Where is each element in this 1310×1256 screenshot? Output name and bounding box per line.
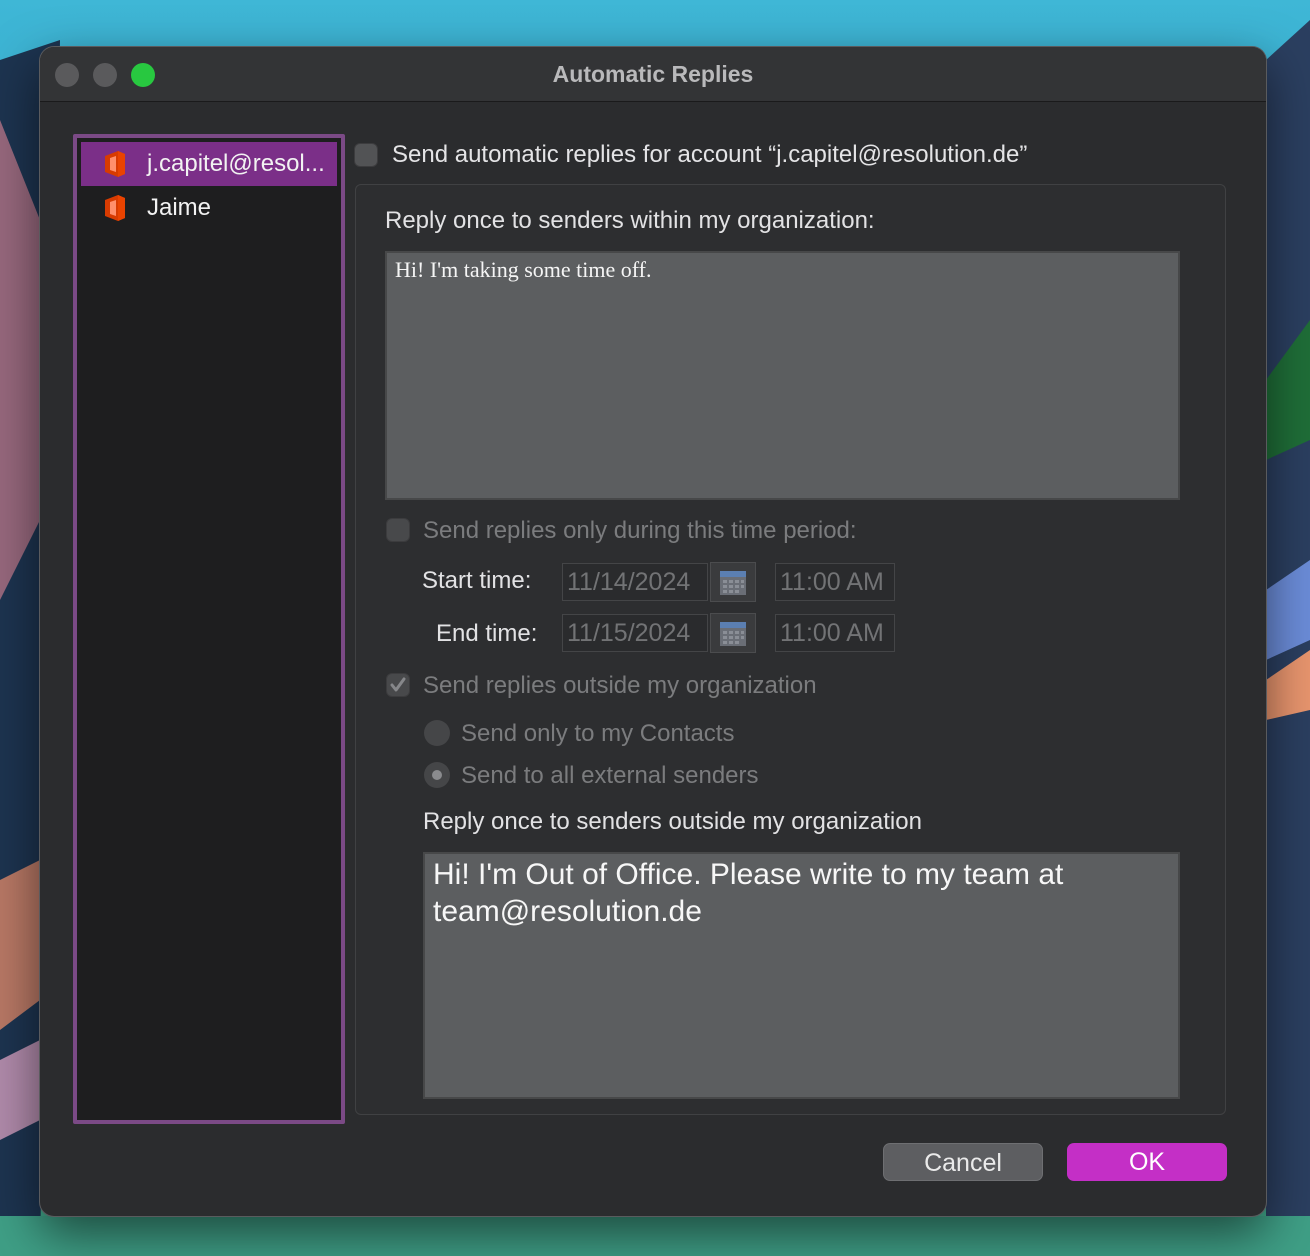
end-time-label: End time: bbox=[436, 620, 538, 647]
contacts-only-label: Send only to my Contacts bbox=[461, 720, 735, 747]
outside-org-checkbox[interactable] bbox=[386, 673, 410, 697]
time-period-checkbox[interactable] bbox=[386, 518, 410, 542]
office-icon bbox=[105, 151, 125, 177]
account-label: j.capitel@resol... bbox=[147, 150, 325, 177]
all-external-radio[interactable] bbox=[424, 762, 450, 788]
internal-reply-textarea[interactable]: Hi! I'm taking some time off. bbox=[385, 251, 1180, 500]
account-item-jcapitel[interactable]: j.capitel@resol... bbox=[81, 142, 337, 186]
automatic-replies-window: Automatic Replies j.capitel@resol... Jai… bbox=[40, 47, 1266, 1216]
start-time-label: Start time: bbox=[422, 567, 532, 594]
external-reply-label: Reply once to senders outside my organiz… bbox=[423, 808, 922, 835]
cancel-button[interactable]: Cancel bbox=[883, 1143, 1043, 1181]
time-period-label: Send replies only during this time perio… bbox=[423, 517, 857, 544]
calendar-icon bbox=[720, 622, 746, 646]
title-bar: Automatic Replies bbox=[40, 47, 1266, 102]
start-time-field[interactable]: 11:00 AM bbox=[775, 563, 895, 601]
end-date-calendar-button[interactable] bbox=[710, 613, 756, 653]
account-label: Jaime bbox=[147, 194, 212, 221]
account-list: j.capitel@resol... Jaime bbox=[73, 134, 345, 1124]
enable-auto-replies-label: Send automatic replies for account “j.ca… bbox=[392, 141, 1028, 168]
radio-dot-icon bbox=[432, 770, 442, 780]
ok-button[interactable]: OK bbox=[1067, 1143, 1227, 1181]
start-date-field[interactable]: 11/14/2024 bbox=[562, 563, 708, 601]
calendar-icon bbox=[720, 571, 746, 595]
start-date-calendar-button[interactable] bbox=[710, 562, 756, 602]
outside-org-label: Send replies outside my organization bbox=[423, 672, 817, 699]
enable-auto-replies-checkbox[interactable] bbox=[354, 143, 378, 167]
end-date-field[interactable]: 11/15/2024 bbox=[562, 614, 708, 652]
internal-reply-label: Reply once to senders within my organiza… bbox=[385, 207, 875, 234]
checkmark-icon bbox=[390, 677, 406, 692]
account-item-jaime[interactable]: Jaime bbox=[81, 186, 337, 230]
all-external-label: Send to all external senders bbox=[461, 762, 759, 789]
contacts-only-radio[interactable] bbox=[424, 720, 450, 746]
end-time-field[interactable]: 11:00 AM bbox=[775, 614, 895, 652]
window-title: Automatic Replies bbox=[552, 61, 754, 87]
office-icon bbox=[105, 195, 125, 221]
enable-auto-replies-row: Send automatic replies for account “j.ca… bbox=[354, 141, 1027, 169]
settings-panel: Reply once to senders within my organiza… bbox=[355, 184, 1226, 1115]
external-reply-textarea[interactable]: Hi! I'm Out of Office. Please write to m… bbox=[423, 852, 1180, 1099]
